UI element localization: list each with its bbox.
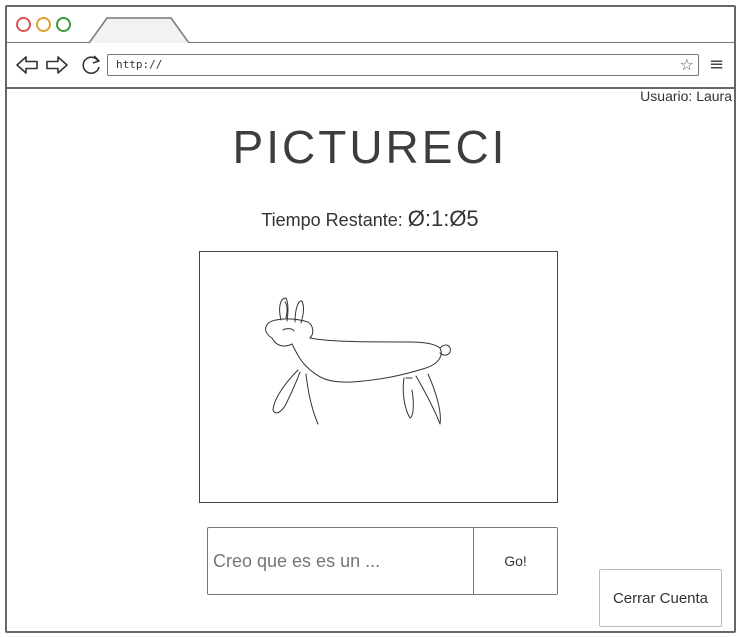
bookmark-star-icon[interactable]: ☆ [680,56,694,74]
back-arrow-icon[interactable] [15,53,39,77]
browser-tab[interactable] [89,17,189,43]
maximize-window-icon[interactable] [56,17,71,32]
minimize-window-icon[interactable] [36,17,51,32]
browser-toolbar: http:// ☆ ≡ [7,43,734,89]
reload-icon[interactable] [79,53,103,77]
go-button[interactable]: Go! [473,528,557,594]
timer-label: Tiempo Restante: [261,210,403,230]
hamburger-menu-icon[interactable]: ≡ [709,55,724,75]
timer: Tiempo Restante: Ø:1:Ø5 [0,206,740,232]
user-label: Usuario: Laura [640,88,732,104]
drawing-canvas[interactable] [199,251,558,503]
timer-value: Ø:1:Ø5 [407,206,479,231]
dog-sketch-icon [265,297,451,425]
logout-button[interactable]: Cerrar Cuenta [599,569,722,627]
page-title: PICTURECI [232,121,508,173]
guess-input[interactable] [208,528,473,594]
close-window-icon[interactable] [16,17,31,32]
address-text: http:// [116,58,163,71]
address-bar[interactable]: http:// ☆ [107,54,699,76]
guess-form: Go! [207,527,558,595]
tab-bar [7,7,734,43]
forward-arrow-icon[interactable] [45,53,69,77]
